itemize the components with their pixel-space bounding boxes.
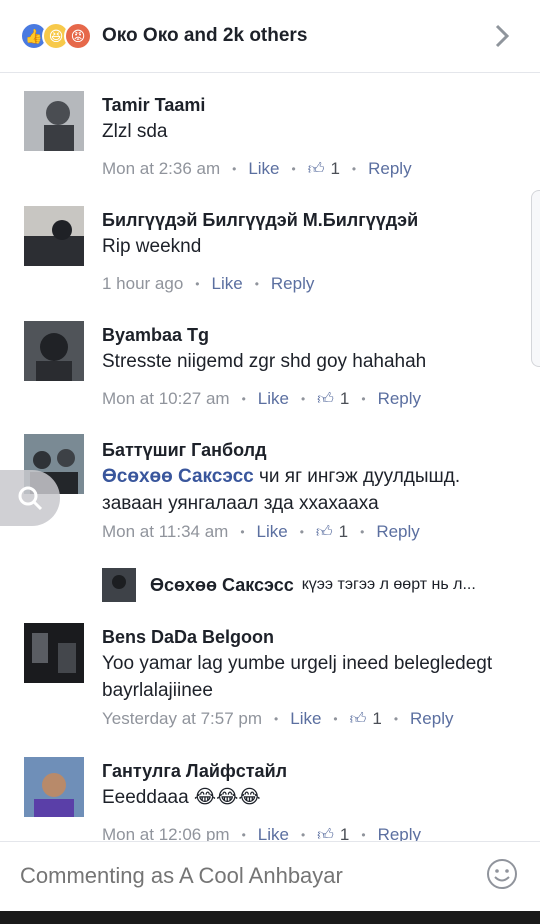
comment-meta: 1 hour ago • Like • Reply <box>102 274 314 294</box>
reply-button[interactable]: Reply <box>378 389 421 409</box>
comment-time[interactable]: Mon at 2:36 am <box>102 159 220 179</box>
angry-reaction-icon: 😡 <box>64 22 92 50</box>
separator-dot: • <box>361 828 366 841</box>
avatar[interactable] <box>24 206 84 266</box>
comment-text: Rip weeknd <box>102 236 202 257</box>
comment-time[interactable]: Mon at 10:27 am <box>102 389 230 409</box>
separator-dot: • <box>274 712 279 726</box>
separator-dot: • <box>195 277 200 291</box>
reply-preview-text: күээ тэгээ л өөрт нь л... <box>301 576 476 593</box>
comment-meta: Mon at 2:36 am • Like • 👍︎ 1 • Reply <box>102 159 412 179</box>
comment-composer <box>0 841 540 912</box>
like-button[interactable]: Like <box>257 522 288 542</box>
avatar[interactable] <box>24 91 84 151</box>
like-button[interactable]: Like <box>290 709 321 729</box>
separator-dot: • <box>291 162 296 176</box>
like-count[interactable]: 1 <box>372 709 381 729</box>
like-button[interactable]: Like <box>258 825 289 841</box>
like-count[interactable]: 1 <box>340 389 349 409</box>
like-count[interactable]: 1 <box>340 825 349 841</box>
commenter-name[interactable]: Билгүүдэй Билгүүдэй М.Билгүүдэй <box>102 210 418 231</box>
thumbs-up-icon: 👍︎ <box>349 710 367 728</box>
comment-time[interactable]: 1 hour ago <box>102 274 183 294</box>
comment-text: Zlzl sda <box>102 121 168 142</box>
comment-time[interactable]: Mon at 12:06 pm <box>102 825 230 841</box>
comment-text: Yoo yamar lag yumbe urgelj ineed belegle… <box>102 653 493 701</box>
separator-dot: • <box>300 392 306 406</box>
avatar[interactable] <box>24 623 84 683</box>
separator-dot: • <box>351 162 357 176</box>
avatar[interactable] <box>24 757 84 817</box>
comment-input[interactable] <box>18 862 442 890</box>
separator-dot: • <box>241 828 246 841</box>
like-button[interactable]: Like <box>212 274 243 294</box>
separator-dot: • <box>299 525 304 539</box>
reaction-icons: 👍 😆 😡 <box>20 22 92 50</box>
mentioned-user[interactable]: Өсөхөө Саксэсс <box>102 466 254 487</box>
separator-dot: • <box>254 277 259 291</box>
reactions-header[interactable]: 👍 😆 😡 Око Око and 2k others <box>0 0 540 73</box>
reply-button[interactable]: Reply <box>376 522 419 542</box>
comment-time[interactable]: Mon at 11:34 am <box>102 522 228 542</box>
search-button[interactable] <box>0 470 60 526</box>
comment-list[interactable]: Tamir Taami Zlzl sda Mon at 2:36 am • Li… <box>0 73 540 841</box>
comment-text: Stresste niigemd zgr shd goy hahahah <box>102 351 427 372</box>
chevron-right-icon[interactable] <box>490 22 514 50</box>
like-count[interactable]: 1 <box>330 159 339 179</box>
comment-meta: Mon at 12:06 pm • Like • 👍︎ 1 • Reply <box>102 825 421 841</box>
reply-button[interactable]: Reply <box>368 159 411 179</box>
scrollbar[interactable] <box>531 190 540 367</box>
nested-reply-preview[interactable]: Өсөхөө Саксэсс күээ тэгээ л өөрт нь л... <box>102 568 476 602</box>
separator-dot: • <box>232 162 237 176</box>
system-nav-bar <box>0 911 540 924</box>
reply-button[interactable]: Reply <box>271 274 314 294</box>
reply-author-name[interactable]: Өсөхөө Саксэсс <box>150 575 294 596</box>
commenter-name[interactable]: Tamir Taami <box>102 95 205 116</box>
search-icon <box>18 486 43 511</box>
comment-text: Eeeddaaa 😂😂😂 <box>102 787 261 808</box>
thumbs-up-icon: 👍︎ <box>317 826 334 842</box>
reply-button[interactable]: Reply <box>410 709 453 729</box>
smiley-icon[interactable] <box>486 858 518 890</box>
thumbs-up-icon: 👍︎ <box>317 390 334 408</box>
comment-meta: Yesterday at 7:57 pm • Like • 👍︎ 1 • Rep… <box>102 709 454 729</box>
comment-text: Өсөхөө Саксэсс чи яг ингэж дуулдышд. зав… <box>102 463 522 517</box>
separator-dot: • <box>361 392 366 406</box>
commenter-name[interactable]: Баттүшиг Ганболд <box>102 440 267 461</box>
reply-button[interactable]: Reply <box>378 825 421 841</box>
avatar[interactable] <box>24 321 84 381</box>
comment-meta: Mon at 11:34 am • Like • 👍︎ 1 • Reply <box>102 522 420 542</box>
like-count[interactable]: 1 <box>339 522 348 542</box>
thumbs-up-icon: 👍︎ <box>307 160 325 178</box>
separator-dot: • <box>241 392 246 406</box>
comment-time[interactable]: Yesterday at 7:57 pm <box>102 709 262 729</box>
reply-avatar <box>102 568 136 602</box>
separator-dot: • <box>360 525 365 539</box>
separator-dot: • <box>393 712 399 726</box>
separator-dot: • <box>240 525 245 539</box>
separator-dot: • <box>333 712 338 726</box>
commenter-name[interactable]: Гантулга Лайфстайл <box>102 761 287 782</box>
commenter-name[interactable]: Byambaa Tg <box>102 325 209 346</box>
like-button[interactable]: Like <box>258 389 289 409</box>
comment-meta: Mon at 10:27 am • Like • 👍︎ 1 • Reply <box>102 389 421 409</box>
reactions-summary: Око Око and 2k others <box>102 25 308 46</box>
separator-dot: • <box>300 828 306 841</box>
thumbs-up-icon: 👍︎ <box>315 523 333 541</box>
commenter-name[interactable]: Bens DaDa Belgoon <box>102 627 274 648</box>
like-button[interactable]: Like <box>248 159 279 179</box>
